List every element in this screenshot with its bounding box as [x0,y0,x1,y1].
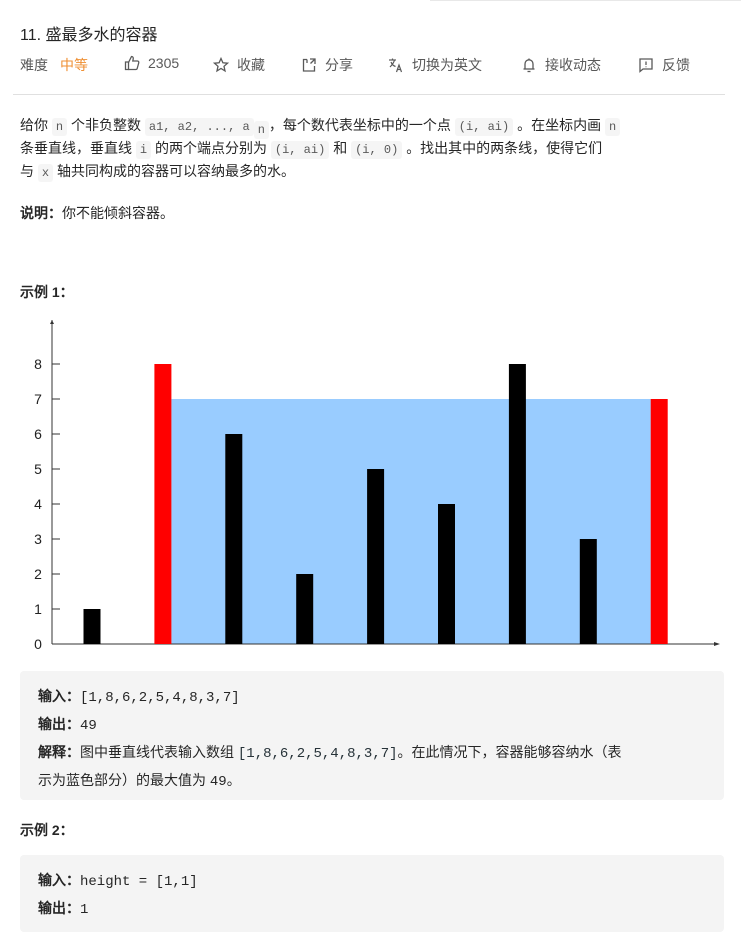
text: 条垂直线，垂直线 [20,140,132,156]
example-1-explanation-cont: 示为蓝色部分）的最大值为 49。 [38,767,622,795]
note-text: 你不能倾斜容器。 [62,205,174,221]
explain-text: 。 [226,772,241,788]
note-label: 说明： [20,205,62,221]
example-2-title: 示例 2： [20,822,74,838]
output-value: 1 [80,902,89,918]
explain-text: 。在此情况下，容器能够容纳水（表 [397,744,622,760]
output-label: 输出： [38,900,80,916]
example-1-input: 输入：[1,8,6,2,5,4,8,3,7] [38,683,622,711]
star-icon [213,57,229,73]
inline-code: n [605,118,621,136]
bar-highlighted [650,399,668,644]
text: 给你 [20,117,48,133]
subscribe-label: 接收动态 [545,57,601,73]
input-label: 输入： [38,872,80,888]
problem-title: 11. 盛最多水的容器 [20,27,158,44]
inline-code: (i, ai) [270,141,330,159]
example-2-output: 输出：1 [38,895,198,923]
example-1-block: 输入：[1,8,6,2,5,4,8,3,7] 输出：49 解释：图中垂直线代表输… [20,671,724,800]
explain-code: [1,8,6,2,5,4,8,3,7] [237,746,398,762]
share-button[interactable]: 分享 [301,55,353,75]
example-2-input: 输入：height = [1,1] [38,867,198,895]
bar [225,434,243,644]
text: 。在坐标内画 [517,117,602,133]
header-divider [13,94,725,95]
inline-code: n [51,118,68,136]
input-value: [1,8,6,2,5,4,8,3,7] [80,690,240,706]
bar [438,504,455,644]
inline-code: x [37,164,54,182]
text: 的两个端点分别为 [154,140,267,156]
y-tick-label: 1 [34,601,42,617]
share-label: 分享 [325,57,353,73]
example-1-title: 示例 1： [20,284,74,300]
like-button[interactable]: 2305 [124,55,179,71]
note: 说明：你不能倾斜容器。 [20,200,725,226]
input-value: height = [1,1] [80,874,198,890]
description-line-3: 与 x 轴共同构成的容器可以容纳最多的水。 [20,158,725,186]
bar [579,539,597,644]
thumbs-up-icon [124,55,140,71]
y-tick-label: 8 [34,356,42,372]
like-count: 2305 [148,55,180,71]
output-label: 输出： [38,716,80,732]
text: 与 [20,163,34,179]
favorite-button[interactable]: 收藏 [213,55,265,75]
top-border [430,0,741,1]
y-tick-label: 7 [34,391,42,407]
feedback-button[interactable]: 反馈 [638,55,690,75]
y-tick-label: 4 [34,496,42,512]
bar [296,574,314,644]
bell-icon [523,58,535,73]
text: 个非负整数 [70,117,141,133]
inline-code: (i, 0) [351,141,403,159]
switch-language-button[interactable]: 切换为英文 [388,55,482,75]
explain-value: 49 [209,774,227,790]
difficulty: 难度 中等 [20,55,88,75]
input-label: 输入： [38,688,80,704]
feedback-label: 反馈 [662,57,690,73]
bar [367,469,385,644]
output-value: 49 [80,718,97,734]
y-tick-label: 5 [34,461,42,477]
text: 轴共同构成的容器可以容纳最多的水。 [56,163,295,179]
bar [508,364,526,644]
inline-code: (i, ai) [454,118,514,136]
y-tick-label: 0 [34,636,42,652]
example-1-explanation: 解释：图中垂直线代表输入数组 [1,8,6,2,5,4,8,3,7]。在此情况下… [38,739,622,767]
feedback-icon [639,58,653,73]
bar [83,609,101,644]
y-tick-label: 2 [34,566,42,582]
text: ，每个数代表坐标中的一个点 [268,117,451,133]
favorite-label: 收藏 [237,57,265,73]
y-axis-arrow [50,320,54,324]
inline-code: i [135,141,152,159]
y-tick-label: 6 [34,426,42,442]
x-axis-arrow [714,642,720,646]
bar-highlighted [154,364,172,644]
inline-code: a1, a2, ..., a [144,118,254,136]
difficulty-value: 中等 [60,57,88,73]
subscribe-button[interactable]: 接收动态 [521,55,601,75]
explain-text: 图中垂直线代表输入数组 [80,744,238,760]
explain-text: 示为蓝色部分）的最大值为 [38,772,210,788]
text: 和 [333,140,348,156]
difficulty-label: 难度 [20,57,48,73]
explain-label: 解释： [38,744,80,760]
translate-icon [389,58,403,73]
switch-language-label: 切换为英文 [412,57,482,73]
share-icon [302,58,316,72]
example-1-output: 输出：49 [38,711,622,739]
example-2-block: 输入：height = [1,1] 输出：1 [20,855,724,932]
text: 。找出其中的两条线，使得它们 [406,140,603,156]
water-area [171,399,651,644]
container-chart: 0 1 2 3 4 5 6 7 8 [34,320,720,652]
y-tick-label: 3 [34,531,42,547]
